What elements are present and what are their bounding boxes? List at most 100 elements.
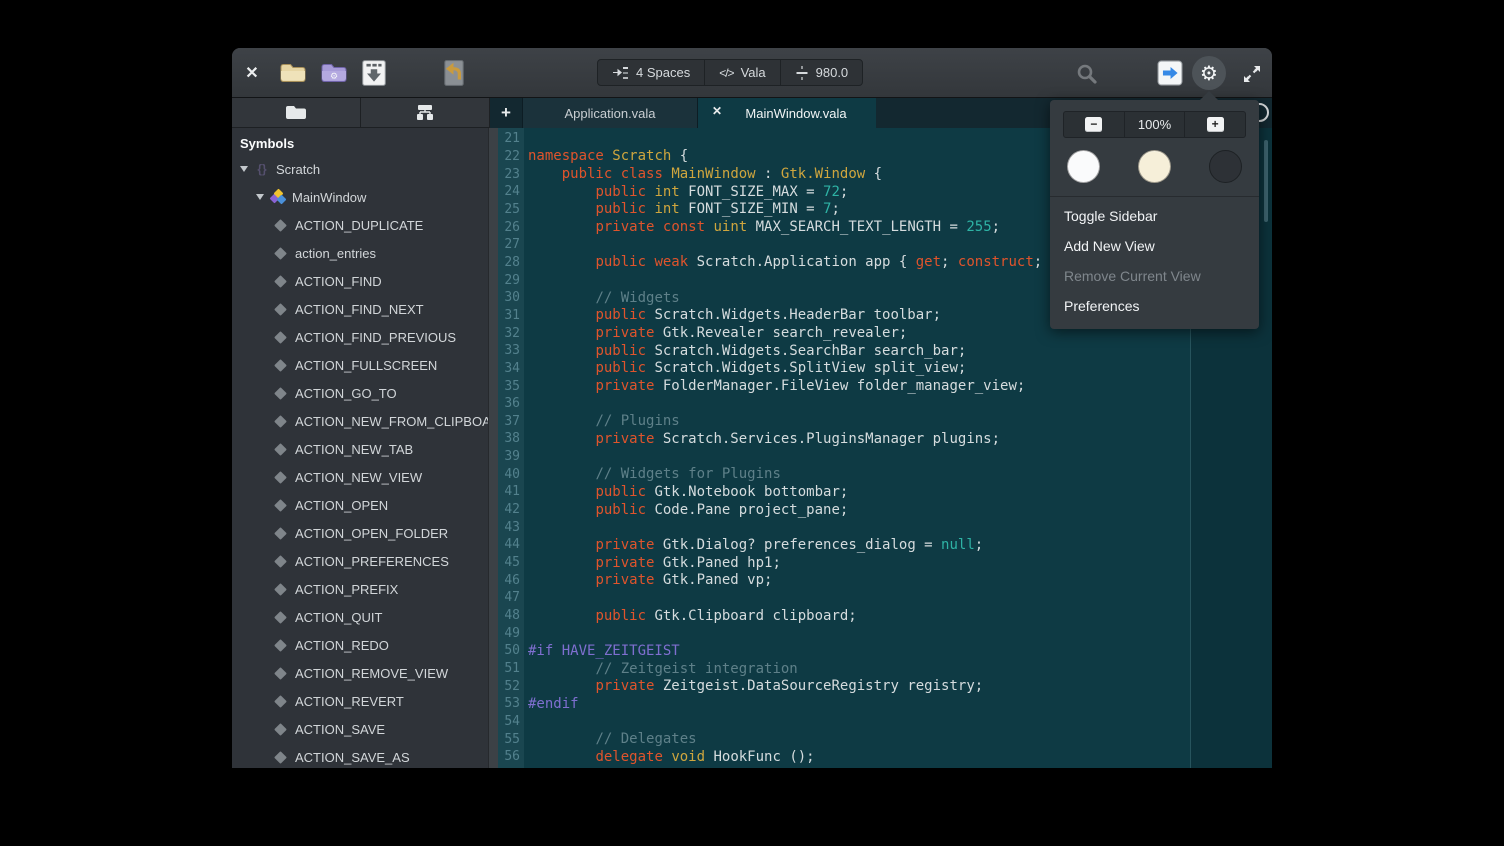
- expander-icon[interactable]: [256, 194, 264, 200]
- code-text: public Gtk.Clipboard clipboard;: [528, 608, 857, 624]
- menu-item-preferences[interactable]: Preferences: [1050, 291, 1259, 321]
- popover-tail: [1200, 91, 1218, 100]
- code-text: public Scratch.Widgets.SplitView split_v…: [528, 360, 966, 376]
- search-button[interactable]: [1074, 61, 1100, 87]
- symbols-tree: {}ScratchMainWindow ACTION_DUPLICATEactio…: [232, 155, 488, 768]
- line-number: 38: [498, 431, 524, 446]
- symbols-sidebar: Symbols {}ScratchMainWindow ACTION_DUPLIC…: [232, 128, 488, 768]
- line-number: 53: [498, 696, 524, 711]
- symbol-item-action_entries[interactable]: action_entries: [232, 239, 488, 267]
- class-symbol-icon: [270, 189, 286, 205]
- code-text: public Scratch.Widgets.SearchBar search_…: [528, 343, 966, 359]
- code-line-49: 49: [498, 624, 1272, 642]
- fullscreen-button[interactable]: [1241, 63, 1263, 85]
- code-text: // Widgets: [528, 290, 680, 306]
- revert-button[interactable]: [439, 58, 469, 88]
- field-symbol-icon: [274, 219, 287, 232]
- save-as-button[interactable]: [359, 58, 389, 88]
- close-icon: ✕: [245, 63, 258, 83]
- symbol-item-action_revert[interactable]: ACTION_REVERT: [232, 687, 488, 715]
- zoom-level-button[interactable]: 100%: [1125, 112, 1186, 137]
- symbol-label: ACTION_REDO: [295, 638, 389, 653]
- language-button[interactable]: </> Vala: [705, 60, 780, 85]
- code-text: private const uint MAX_SEARCH_TEXT_LENGT…: [528, 219, 1000, 235]
- line-number: 34: [498, 361, 524, 376]
- field-symbol-icon: [274, 555, 287, 568]
- symbol-item-action_fullscreen[interactable]: ACTION_FULLSCREEN: [232, 351, 488, 379]
- symbol-label: ACTION_SAVE: [295, 722, 385, 737]
- sidebar-tab-files[interactable]: [232, 98, 361, 127]
- symbol-item-action_open[interactable]: ACTION_OPEN: [232, 491, 488, 519]
- pane-splitter[interactable]: [488, 128, 498, 768]
- symbol-item-action_new_tab[interactable]: ACTION_NEW_TAB: [232, 435, 488, 463]
- symbol-item-action_new_from_clipboard[interactable]: ACTION_NEW_FROM_CLIPBOARD: [232, 407, 488, 435]
- symbol-item-action_find_previous[interactable]: ACTION_FIND_PREVIOUS: [232, 323, 488, 351]
- symbol-label: ACTION_DUPLICATE: [295, 218, 423, 233]
- menu-item-toggle-sidebar[interactable]: Toggle Sidebar: [1050, 201, 1259, 231]
- tab-mainwindow-vala[interactable]: ✕ MainWindow.vala: [698, 98, 876, 128]
- line-number: 46: [498, 573, 524, 588]
- symbol-item-action_open_folder[interactable]: ACTION_OPEN_FOLDER: [232, 519, 488, 547]
- goto-line-icon: [795, 65, 809, 81]
- symbol-item-action_prefix[interactable]: ACTION_PREFIX: [232, 575, 488, 603]
- tab-close-button[interactable]: ✕: [712, 104, 722, 118]
- symbol-label: ACTION_FIND_PREVIOUS: [295, 330, 456, 345]
- plus-icon: +: [501, 103, 511, 122]
- expander-icon[interactable]: [240, 166, 248, 172]
- symbol-item-action_new_view[interactable]: ACTION_NEW_VIEW: [232, 463, 488, 491]
- symbol-item-action_preferences[interactable]: ACTION_PREFERENCES: [232, 547, 488, 575]
- close-window-button[interactable]: ✕: [240, 61, 264, 85]
- menu-item-add-new-view[interactable]: Add New View: [1050, 231, 1259, 261]
- symbol-item-action_duplicate[interactable]: ACTION_DUPLICATE: [232, 211, 488, 239]
- code-line-43: 43: [498, 518, 1272, 536]
- line-number: 56: [498, 749, 524, 764]
- goto-line-button[interactable]: 980.0: [781, 60, 863, 85]
- code-text: private Gtk.Dialog? preferences_dialog =…: [528, 537, 983, 553]
- code-text: // Zeitgeist integration: [528, 661, 798, 677]
- code-text: public Code.Pane project_pane;: [528, 502, 848, 518]
- gear-menu-items: Toggle SidebarAdd New ViewRemove Current…: [1050, 197, 1259, 323]
- color-scheme-light[interactable]: [1067, 150, 1100, 183]
- zoom-out-button[interactable]: −: [1064, 112, 1125, 137]
- color-scheme-dark[interactable]: [1209, 150, 1242, 183]
- symbol-item-action_remove_view[interactable]: ACTION_REMOVE_VIEW: [232, 659, 488, 687]
- symbol-item-action_find[interactable]: ACTION_FIND: [232, 267, 488, 295]
- sidebar-tab-outline[interactable]: [361, 98, 490, 127]
- line-number: 37: [498, 414, 524, 429]
- code-text: private Gtk.Paned vp;: [528, 572, 772, 588]
- folder-icon: [285, 105, 307, 121]
- open-file-button[interactable]: [277, 59, 309, 87]
- symbol-item-action_save_as[interactable]: ACTION_SAVE_AS: [232, 743, 488, 768]
- line-number: 52: [498, 679, 524, 694]
- symbol-item-action_redo[interactable]: ACTION_REDO: [232, 631, 488, 659]
- color-scheme-solarized-light[interactable]: [1138, 150, 1171, 183]
- outline-icon: [415, 105, 435, 120]
- field-symbol-icon: [274, 667, 287, 680]
- new-tab-button[interactable]: +: [490, 98, 522, 128]
- templates-folder-button[interactable]: ⚙: [318, 59, 350, 87]
- share-button[interactable]: [1157, 60, 1183, 86]
- symbol-item-scratch[interactable]: {}Scratch: [232, 155, 488, 183]
- gear-menu-popover: − 100% + Toggle SidebarAdd New ViewRemov…: [1050, 100, 1259, 329]
- symbol-label: ACTION_FIND_NEXT: [295, 302, 424, 317]
- symbol-item-mainwindow[interactable]: MainWindow: [232, 183, 488, 211]
- gear-menu-button[interactable]: ⚙: [1192, 56, 1226, 90]
- symbol-item-action_find_next[interactable]: ACTION_FIND_NEXT: [232, 295, 488, 323]
- zoom-control: − 100% +: [1063, 111, 1246, 138]
- indentation-button[interactable]: 4 Spaces: [598, 60, 705, 85]
- code-line-38: 38 private Scratch.Services.PluginsManag…: [498, 430, 1272, 448]
- zoom-in-button[interactable]: +: [1185, 112, 1245, 137]
- code-app-window: ✕ ⚙: [232, 48, 1272, 768]
- tab-application-vala[interactable]: Application.vala: [522, 98, 698, 128]
- code-line-53: 53#endif: [498, 695, 1272, 713]
- sidebar-title: Symbols: [240, 136, 294, 151]
- symbol-item-action_save[interactable]: ACTION_SAVE: [232, 715, 488, 743]
- line-number: 32: [498, 326, 524, 341]
- symbol-item-action_quit[interactable]: ACTION_QUIT: [232, 603, 488, 631]
- symbol-label: ACTION_REVERT: [295, 694, 404, 709]
- symbol-item-action_go_to[interactable]: ACTION_GO_TO: [232, 379, 488, 407]
- code-text: // Delegates: [528, 731, 697, 747]
- editor-scrollbar[interactable]: [1264, 140, 1268, 222]
- code-text: private Gtk.Revealer search_revealer;: [528, 325, 907, 341]
- language-label: Vala: [741, 65, 766, 80]
